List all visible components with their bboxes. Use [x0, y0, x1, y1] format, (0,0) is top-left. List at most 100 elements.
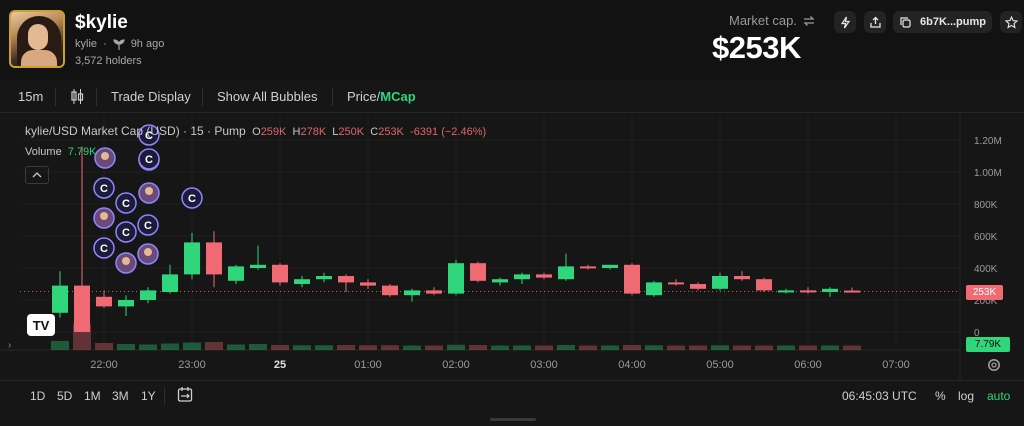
volume-legend: Volume 7.79K	[25, 146, 96, 158]
show-all-bubbles-button[interactable]: Show All Bubbles	[217, 89, 317, 104]
trade-bubble-face	[145, 187, 153, 195]
volume-bar	[513, 345, 531, 350]
copy-address-button[interactable]: 6b7K...pump	[893, 11, 992, 33]
candle-body	[492, 279, 508, 283]
candlestick-type-icon[interactable]	[70, 88, 84, 105]
lightning-icon	[840, 16, 850, 28]
candle-body	[822, 288, 838, 292]
x-tick-label: 06:00	[794, 359, 822, 371]
range-1m-button[interactable]: 1M	[84, 389, 101, 403]
candle-body	[118, 300, 134, 307]
volume-bar	[161, 343, 179, 350]
candle-body	[844, 290, 860, 293]
trade-display-button[interactable]: Trade Display	[111, 89, 191, 104]
volume-bar	[491, 345, 509, 350]
candle-body	[338, 276, 354, 283]
candle-body	[624, 264, 640, 294]
percent-scale-toggle[interactable]: %	[935, 389, 946, 403]
side-panel-toggle-icon[interactable]: ›	[8, 340, 18, 362]
trade-bubble-face	[101, 152, 109, 160]
y-tick-label: 1.00M	[974, 168, 1002, 179]
price-option[interactable]: Price	[347, 89, 377, 104]
volume-bar	[799, 345, 817, 350]
candle-body	[426, 290, 442, 294]
flash-button[interactable]	[834, 11, 856, 33]
toolbar-divider	[332, 88, 333, 106]
candle-body	[646, 282, 662, 296]
volume-bar	[689, 345, 707, 350]
token-meta: kylie · 9h ago	[75, 38, 164, 50]
x-tick-label: 04:00	[618, 359, 646, 371]
candle-body	[690, 284, 706, 289]
candle-body	[140, 290, 156, 300]
range-3m-button[interactable]: 3M	[112, 389, 129, 403]
x-tick-label: 05:00	[706, 359, 734, 371]
range-5d-button[interactable]: 5D	[57, 389, 72, 403]
candle-body	[734, 276, 750, 280]
candle-body	[470, 263, 486, 281]
x-tick-label: 25	[274, 359, 286, 371]
candle-body	[514, 274, 530, 280]
chevron-up-icon	[32, 172, 42, 178]
volume-bar	[95, 343, 113, 350]
x-tick-label: 07:00	[882, 359, 910, 371]
volume-bar	[535, 345, 553, 350]
y-tick-label: 600K	[974, 232, 998, 243]
toolbar-divider	[202, 88, 203, 106]
star-icon	[1004, 15, 1018, 29]
share-button[interactable]	[864, 11, 886, 33]
token-avatar[interactable]	[9, 10, 65, 68]
mcap-option[interactable]: MCap	[380, 89, 415, 104]
auto-scale-toggle[interactable]: auto	[987, 389, 1010, 403]
volume-bar	[227, 344, 245, 350]
candle-body	[712, 276, 728, 289]
candle-body	[800, 290, 816, 293]
tradingview-logo[interactable]: TV	[27, 314, 55, 336]
trade-bubble-letter: C	[122, 227, 130, 239]
x-tick-label: 02:00	[442, 359, 470, 371]
volume-bar	[557, 345, 575, 350]
candle-body	[602, 264, 618, 268]
collapse-legend-button[interactable]	[25, 166, 49, 184]
current-price-tag: 253K	[966, 285, 1003, 300]
volume-bar	[139, 344, 157, 350]
candle-body	[778, 290, 794, 293]
candlestick-chart[interactable]: 1.20M1.00M800K600K400K200K022:00 23:00 25 0…	[0, 114, 1024, 380]
candle-body	[96, 296, 112, 307]
candle-body	[536, 274, 552, 278]
volume-bar	[843, 345, 861, 350]
interval-selector[interactable]: 15m	[18, 89, 43, 104]
range-1d-button[interactable]: 1D	[30, 389, 45, 403]
toolbar-divider	[55, 88, 56, 106]
trade-bubble-letter: C	[122, 198, 130, 210]
candle-body	[668, 282, 684, 285]
token-ticker: $kylie	[75, 12, 128, 33]
candle-body	[74, 285, 90, 332]
volume-bar	[667, 345, 685, 350]
favorite-button[interactable]	[1000, 11, 1022, 33]
date-range-icon[interactable]	[177, 386, 194, 403]
volume-bar	[821, 345, 839, 350]
gear-icon[interactable]	[986, 357, 1002, 373]
panel-resize-handle[interactable]	[490, 418, 536, 421]
candle-body	[580, 266, 596, 269]
x-tick-label: 03:00	[530, 359, 558, 371]
candle-body	[52, 285, 68, 313]
chart-legend: kylie/USD Market Cap (USD) · 15 · Pump O…	[25, 124, 486, 138]
price-mcap-toggle[interactable]: Price/MCap	[347, 89, 416, 104]
market-cap-label[interactable]: Market cap.	[729, 13, 815, 28]
swap-icon[interactable]	[803, 15, 815, 27]
volume-value: 7.79K	[67, 146, 97, 158]
candle-body	[206, 242, 222, 275]
range-1y-button[interactable]: 1Y	[141, 389, 156, 403]
log-scale-toggle[interactable]: log	[958, 389, 974, 403]
volume-bar	[645, 345, 663, 350]
volume-bar	[293, 345, 311, 350]
volume-bar	[359, 345, 377, 350]
utc-clock[interactable]: 06:45:03 UTC	[842, 389, 917, 403]
creator-name[interactable]: kylie	[75, 38, 97, 50]
candle-body	[250, 264, 266, 268]
volume-bar	[249, 344, 267, 350]
candle-body	[558, 266, 574, 280]
candle-body	[162, 274, 178, 292]
